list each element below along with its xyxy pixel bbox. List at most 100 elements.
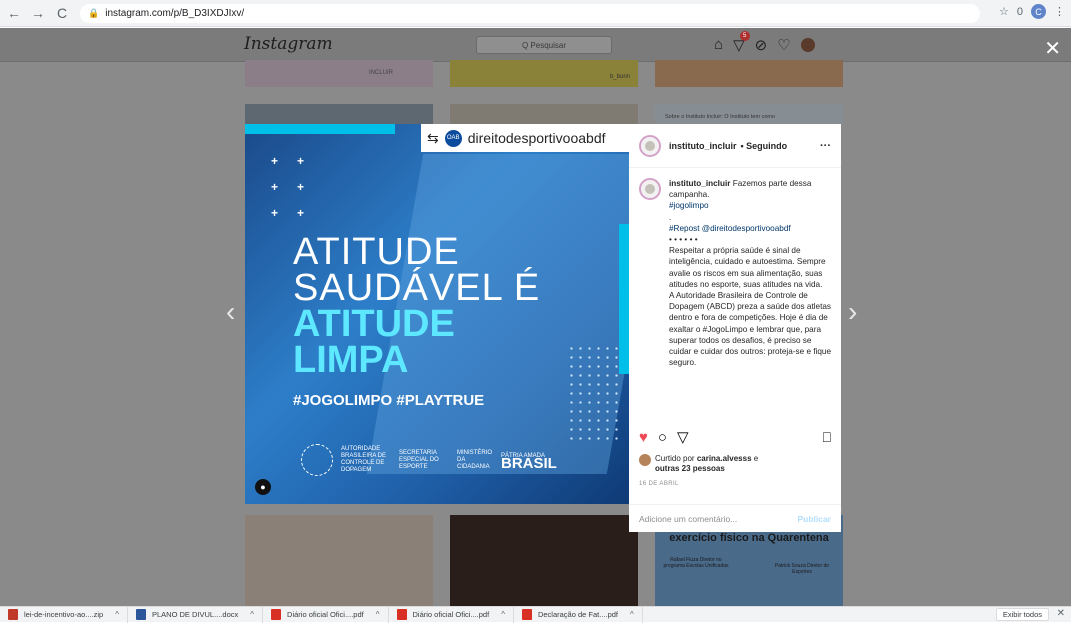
post-actions: ♥ ○ ▽ ⎕ [639,428,831,447]
profile-avatar[interactable]: C [1031,4,1046,19]
download-item[interactable]: Declaração de Fat....pdf ^ [514,606,643,623]
pdf-file-icon [521,609,532,620]
chevron-up-icon[interactable]: ^ [630,610,634,619]
repost-handle: direitodesportivooabdf [467,130,606,146]
explore-icon[interactable]: ⊘ [755,36,768,54]
likes-others-link[interactable]: outras 23 pessoas [655,464,725,473]
likes-summary: Curtido por carina.alvesss e outras 23 p… [639,454,758,474]
back-icon[interactable]: ← [4,3,24,23]
pdf-file-icon [271,609,282,620]
headline-line: LIMPA [293,339,409,381]
decorative-bar [245,124,395,134]
author-avatar[interactable] [639,134,661,157]
chevron-up-icon[interactable]: ^ [250,610,254,619]
download-item[interactable]: Diário oficial Ofici....pdf ^ [389,606,514,623]
show-all-downloads-button[interactable]: Exibir todos [995,608,1049,621]
caption-avatar[interactable] [639,178,661,200]
share-icon[interactable]: ▽ [677,428,689,446]
headline-line: ATITUDE [293,303,455,345]
prev-post-arrow[interactable]: ‹ [226,296,235,328]
instagram-header: Instagram Q Pesquisar ⌂ ▽ 5 ⊘ ♡ [0,28,1071,62]
grid-thumbnail[interactable]: Sobre o Instituto Incluir: O Instituto t… [655,104,843,124]
reload-icon[interactable]: C [52,3,72,23]
comment-icon[interactable]: ○ [658,429,667,446]
direct-icon[interactable]: ▽ 5 [733,31,750,54]
download-filename: Diário oficial Ofici....pdf [412,610,490,619]
download-filename: Declaração de Fat....pdf [537,610,619,619]
repost-tag: ⇆ OAB direitodesportivooabdf [421,124,629,152]
download-filename: lei-de-incentivo-ao....zip [24,610,104,619]
caption-paragraph: A Autoridade Brasileira de Controle de D… [669,291,832,368]
oab-logo: OAB [444,129,462,147]
activity-heart-icon[interactable]: ♡ [777,36,790,54]
comment-box: Adicione um comentário... Publicar [629,504,841,532]
chevron-up-icon[interactable]: ^ [115,610,119,619]
abcd-logo [301,444,333,476]
chevron-up-icon[interactable]: ^ [501,610,505,619]
comment-input[interactable]: Adicione um comentário... [639,514,737,524]
grid-thumbnail[interactable] [245,515,433,606]
chevron-up-icon[interactable]: ^ [376,610,380,619]
downloads-bar: lei-de-incentivo-ao....zip ^ PLANO DE DI… [0,606,1071,623]
publish-button[interactable]: Publicar [797,514,831,524]
post-image[interactable]: ⇆ OAB direitodesportivooabdf + + + + + + ATIT… [245,124,629,504]
notification-badge: 5 [739,31,750,41]
like-heart-icon[interactable]: ♥ [639,429,648,446]
forward-icon[interactable]: → [28,3,48,23]
headline-line: SAUDÁVEL É [293,267,541,309]
download-item[interactable]: lei-de-incentivo-ao....zip ^ [0,606,128,623]
bookmark-star-icon[interactable]: ☆ [999,5,1009,18]
user-tag-icon[interactable]: ● [255,479,271,495]
caption-username[interactable]: instituto_incluir [669,179,730,188]
lock-icon: 🔒 [88,8,100,18]
hashtag-link[interactable]: #jogolimpo [669,200,835,211]
post-hashtags: #JOGOLIMPO #PLAYTRUE [293,392,485,409]
instagram-logo[interactable]: Instagram [244,34,333,54]
header-icons: ⌂ ▽ 5 ⊘ ♡ [714,31,815,54]
grid-thumbnail[interactable] [245,104,433,124]
brasil-text: BRASIL [501,455,557,472]
post-date: 16 DE ABRIL [639,481,679,487]
thumbnail-caption: Patrick Souza Diretor de Esportes [774,563,830,575]
grid-thumbnail[interactable]: b_bunn [450,60,638,87]
instagram-page: Instagram Q Pesquisar ⌂ ▽ 5 ⊘ ♡ ✕ INCLUIR… [0,28,1071,606]
brasil-logo: PÁTRIA AMADA BRASIL [501,453,557,472]
thumbnail-text: Sobre o Instituto Incluir: O Instituto t… [665,114,776,120]
grid-thumbnail[interactable]: INCLUIR [245,60,433,87]
dot-pattern [567,344,623,444]
more-options-icon[interactable]: ··· [820,140,831,152]
follow-state[interactable]: • Seguindo [741,141,788,151]
author-username[interactable]: instituto_incluir [669,141,737,151]
profile-avatar-icon[interactable] [800,38,815,52]
address-bar[interactable]: 🔒 instagram.com/p/B_D3IXDJIxv/ [80,4,980,23]
url-text: instagram.com/p/B_D3IXDJIxv/ [105,8,245,19]
download-item[interactable]: Diário oficial Ofici....pdf ^ [263,606,389,623]
thumbnail-label: b_bunn [609,74,630,80]
grid-thumbnail[interactable] [655,60,843,87]
search-input[interactable]: Q Pesquisar [476,36,612,54]
liker-avatar [639,454,651,466]
liker-username[interactable]: carina.alvesss [697,454,752,463]
caption-text: instituto_incluir Fazemos parte dessa ca… [669,178,835,400]
thumbnail-caption: Rafael Fiuza Diretor no programa Escolas… [663,557,729,569]
close-icon[interactable]: ✕ [1044,36,1061,61]
home-icon[interactable]: ⌂ [714,36,723,54]
close-downloads-icon[interactable]: ✕ [1057,608,1065,619]
extension-icon[interactable]: 0 [1017,6,1023,18]
thumbnail-label: INCLUIR [368,70,393,76]
save-bookmark-icon[interactable]: ⎕ [823,429,831,446]
secretaria-text: SECRETARIA ESPECIAL DO ESPORTE [399,449,439,470]
repost-icon: ⇆ [427,129,439,146]
abcd-text: AUTORIDADE BRASILEIRA DE CONTROLE DE DOP… [341,446,387,473]
download-item[interactable]: PLANO DE DIVUL....docx ^ [128,606,264,623]
next-post-arrow[interactable]: › [848,296,857,328]
grid-thumbnail[interactable] [450,104,638,124]
caption-dot: . [669,212,672,222]
post-headline: ATITUDE SAUDÁVEL É ATITUDE LIMPA [293,233,541,381]
browser-menu-icon[interactable]: ⋮ [1054,5,1065,18]
grid-thumbnail[interactable] [450,515,638,606]
repost-link[interactable]: #Repost @direitodesportivooabdf [669,223,835,234]
caption-paragraph: Respeitar a própria saúde é sinal de int… [669,246,826,289]
browser-toolbar: ← → C 🔒 instagram.com/p/B_D3IXDJIxv/ ☆ 0… [0,0,1071,27]
post-header: instituto_incluir • Seguindo ··· [629,124,841,168]
